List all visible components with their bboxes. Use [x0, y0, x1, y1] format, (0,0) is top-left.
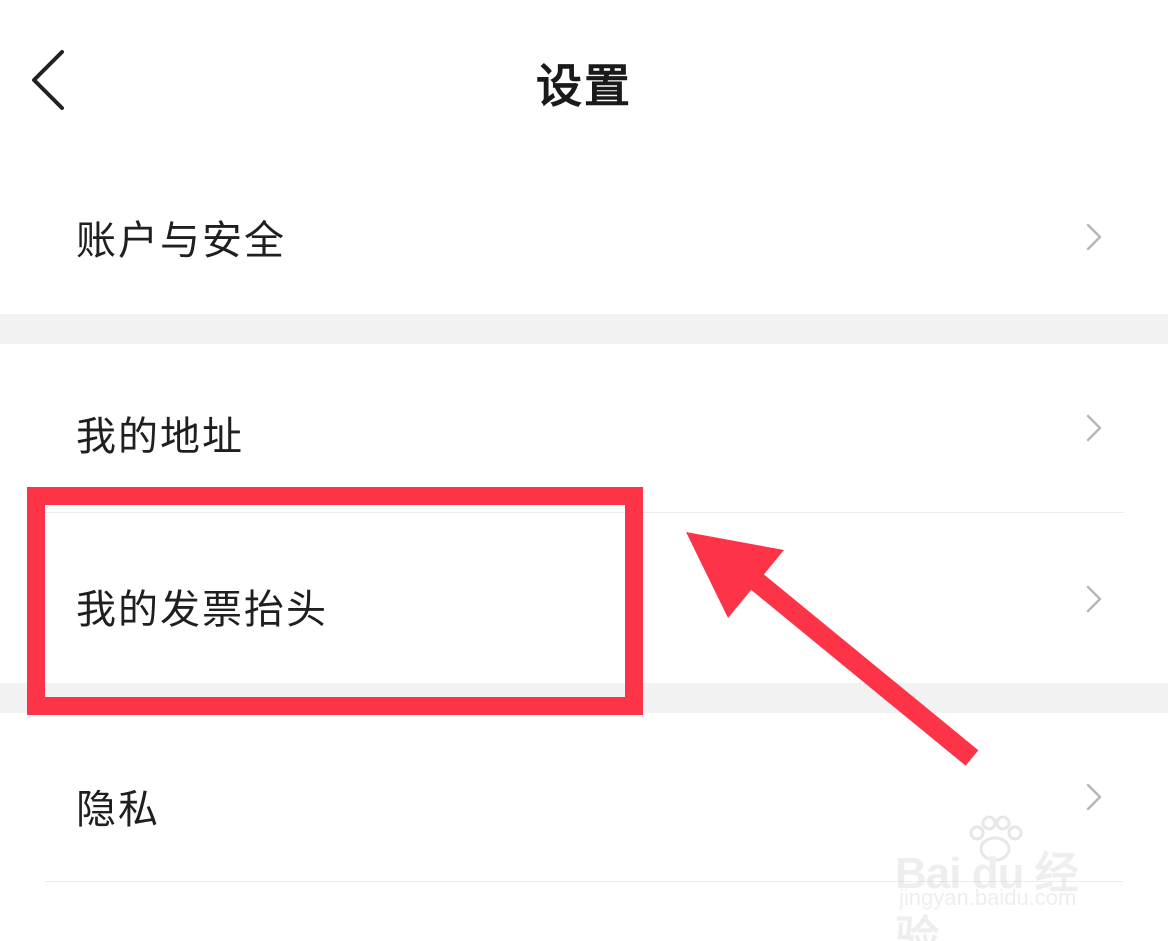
settings-item-account-security[interactable]: 账户与安全 [0, 160, 1168, 314]
chevron-right-icon [1082, 579, 1106, 619]
chevron-right-icon [1082, 408, 1106, 448]
page-title: 设置 [536, 59, 632, 113]
settings-page: 设置 账户与安全 我的地址 我的发票抬头 隐私 Bai du 经验 jingya… [0, 0, 1168, 941]
highlight-box [27, 487, 643, 715]
settings-item-label: 我的地址 [76, 414, 244, 460]
settings-item-label: 隐私 [76, 787, 160, 833]
header: 设置 [0, 0, 1168, 160]
arrow-icon [686, 532, 979, 766]
chevron-right-icon [1082, 777, 1106, 817]
watermark-url: jingyan.baidu.com [899, 885, 1077, 910]
watermark: Bai du 经验 jingyan.baidu.com [895, 815, 1110, 941]
settings-item-label: 账户与安全 [76, 218, 286, 264]
chevron-right-icon [1082, 217, 1106, 257]
section-separator [0, 314, 1168, 344]
